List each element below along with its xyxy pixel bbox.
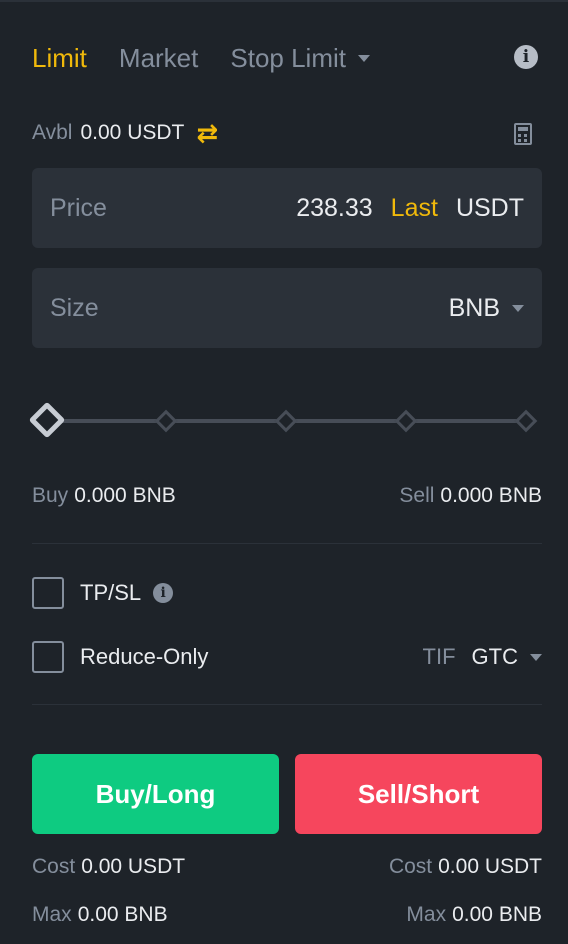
price-input[interactable]: Price 238.33 Last USDT [32,168,542,248]
size-unit: BNB [448,293,500,322]
size-slider[interactable] [28,401,542,442]
size-label: Size [50,293,99,322]
slider-node-25[interactable] [154,409,178,433]
reduce-only-checkbox[interactable] [32,641,64,673]
swap-icon[interactable]: ⇄ [196,120,218,146]
tpsl-label: TP/SL [80,580,142,605]
tab-stop-limit[interactable]: Stop Limit [230,43,370,74]
slider-node-75[interactable] [394,409,418,433]
sell-max-value: 0.00 BNB [452,903,542,926]
buy-long-button[interactable]: Buy/Long [32,754,279,834]
chevron-down-icon [530,653,542,661]
cost-label: Cost [32,855,76,878]
sell-cost: Cost 0.00 USDT [389,855,542,879]
tif-selector: TIF GTC [423,644,542,670]
reduce-only-label: Reduce-Only [80,644,209,669]
price-value[interactable]: 238.33 [296,194,372,223]
order-panel: Limit Market Stop Limit i Avbl 0.00 USDT… [0,0,568,944]
sell-value: 0.000 BNB [440,484,542,507]
tif-label: TIF [422,644,456,669]
divider [32,704,542,705]
slider-handle[interactable] [28,401,66,439]
buy-label: Buy [32,484,69,507]
info-icon[interactable]: i [153,583,174,603]
chevron-down-icon [357,54,370,62]
buy-max-value: 0.00 BNB [77,903,168,926]
sell-label: Sell [399,484,435,507]
sell-max: Max 0.00 BNB [406,903,542,927]
divider [32,543,542,544]
buy-amount: Buy 0.000 BNB [32,484,176,508]
buy-cost-value: 0.00 USDT [81,855,186,878]
chevron-down-icon [512,304,524,312]
sell-cost-value: 0.00 USDT [438,855,542,878]
max-label: Max [406,903,447,926]
cost-label: Cost [388,855,433,878]
avbl-value: 0.00 USDT [80,121,185,144]
slider-node-100[interactable] [514,409,538,433]
last-price-button[interactable]: Last [391,194,438,223]
max-label: Max [32,903,72,926]
tpsl-checkbox[interactable] [32,577,64,609]
available-balance: Avbl 0.00 USDT ⇄ [32,118,538,148]
buy-sell-amounts: Buy 0.000 BNB Sell 0.000 BNB [32,482,542,510]
cost-row: Cost 0.00 USDT Cost 0.00 USDT [32,853,542,881]
tif-value: GTC [471,644,518,669]
sell-amount: Sell 0.000 BNB [399,484,542,508]
tab-market[interactable]: Market [119,43,198,74]
avbl-label: Avbl [32,121,73,144]
tif-select[interactable]: GTC [472,644,542,670]
slider-node-50[interactable] [274,409,298,433]
buy-value: 0.000 BNB [74,484,176,507]
reduce-only-row: Reduce-Only TIF GTC [32,640,542,674]
size-input[interactable]: Size BNB [32,268,542,348]
info-icon[interactable]: i [514,45,538,69]
sell-short-button[interactable]: Sell/Short [295,754,542,834]
buy-cost: Cost 0.00 USDT [32,855,185,879]
buy-max: Max 0.00 BNB [32,903,168,927]
price-label: Price [50,193,107,222]
price-unit: USDT [455,193,524,222]
calculator-icon[interactable] [514,123,532,145]
order-type-tabs: Limit Market Stop Limit i [32,40,538,76]
tab-limit[interactable]: Limit [32,43,87,74]
tab-stop-limit-label: Stop Limit [230,42,346,73]
max-row: Max 0.00 BNB Max 0.00 BNB [32,901,542,929]
size-unit-select[interactable]: BNB [449,294,524,323]
tpsl-row: TP/SL i [32,576,542,610]
